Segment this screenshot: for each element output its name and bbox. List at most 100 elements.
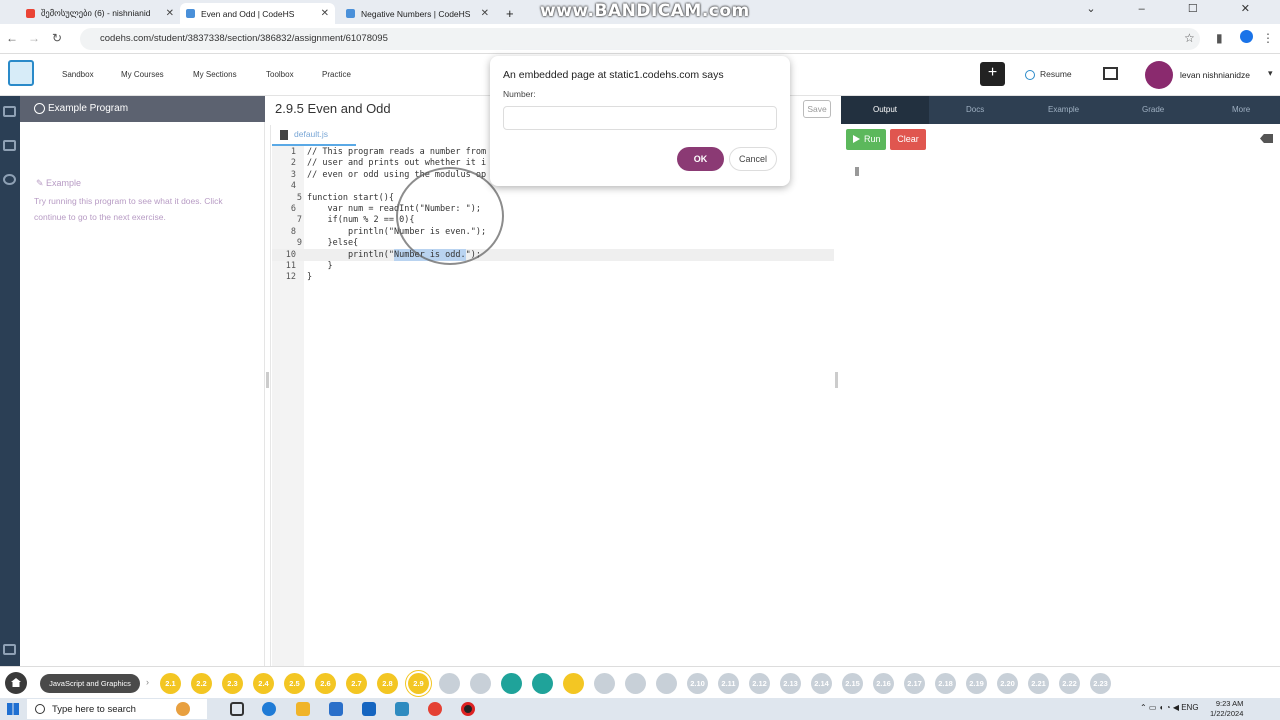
new-tab-button[interactable]: + [500,3,520,24]
mail-icon[interactable] [362,702,376,716]
lesson-bubble[interactable] [656,673,677,694]
lesson-bubble[interactable]: 2.4 [253,673,274,694]
nav-my-courses[interactable]: My Courses [121,70,164,79]
lesson-bubble[interactable]: 2.9 [408,673,429,694]
save-button[interactable]: Save [803,100,831,118]
bookmark-star-icon[interactable]: ☆ [1184,31,1195,45]
lesson-bubble[interactable]: 2.19 [966,673,987,694]
close-icon[interactable]: ✕ [166,8,174,19]
file-tab[interactable]: default.js [272,127,356,146]
lesson-bubble[interactable]: 2.14 [811,673,832,694]
nav-practice[interactable]: Practice [322,70,351,79]
code-line[interactable]: }else{ [307,238,358,248]
ok-button[interactable]: OK [677,147,724,171]
tab-grade[interactable]: Grade [1142,105,1164,114]
clear-button[interactable]: Clear [890,129,926,150]
lesson-bubble[interactable]: 2.7 [346,673,367,694]
lesson-bubble[interactable]: 2.17 [904,673,925,694]
back-icon[interactable]: ← [6,31,18,45]
url-field[interactable]: codehs.com/student/3837338/section/38683… [80,28,1200,50]
gear-icon[interactable] [3,174,16,185]
lesson-bubble[interactable]: 2.12 [749,673,770,694]
tab-negative-numbers[interactable]: Negative Numbers | CodeHS ✕ [340,3,495,24]
code-line[interactable]: function start(){ [307,193,394,203]
tab-gmail[interactable]: შემოსულები (6) - nishnianid ✕ [20,3,180,24]
language-indicator[interactable]: ENG [1181,703,1198,712]
lesson-bubble[interactable]: 2.21 [1028,673,1049,694]
chrome-icon[interactable] [428,702,442,716]
forward-icon[interactable]: → [28,31,40,45]
lesson-bubble[interactable]: 2.23 [1090,673,1111,694]
lesson-bubble[interactable] [501,673,522,694]
cancel-button[interactable]: Cancel [729,147,777,171]
lesson-bubble[interactable] [470,673,491,694]
clock[interactable]: 9:23 AM 1/22/2024 [1210,699,1243,719]
tab-output[interactable]: Output [841,96,929,124]
close-icon[interactable]: ✕ [321,8,329,19]
lesson-bubble[interactable] [563,673,584,694]
chevron-down-icon[interactable]: ▾ [1268,68,1273,79]
lesson-bubble[interactable]: 2.20 [997,673,1018,694]
nav-my-sections[interactable]: My Sections [193,70,237,79]
lesson-bubble[interactable]: 2.1 [160,673,181,694]
panel-resize-handle[interactable] [835,372,838,388]
home-icon[interactable] [5,672,27,694]
panel-resize-handle[interactable] [266,372,269,388]
code-line[interactable]: } [307,261,332,271]
code-line[interactable]: } [307,272,312,282]
nav-sandbox[interactable]: Sandbox [62,70,94,79]
codehs-logo[interactable] [8,60,34,86]
lesson-bubble[interactable]: 2.13 [780,673,801,694]
run-button[interactable]: Run [846,129,886,150]
example-panel: Example Program ✎ Example Try running th… [20,96,265,666]
number-input[interactable] [503,106,777,130]
lesson-bubble[interactable]: 2.18 [935,673,956,694]
file-explorer-icon[interactable] [296,702,310,716]
window-controls[interactable]: ⌄ – ☐ ✕ [1086,2,1270,15]
lesson-bubble[interactable]: 2.15 [842,673,863,694]
course-name[interactable]: JavaScript and Graphics [40,674,140,693]
lesson-bubble[interactable]: 2.16 [873,673,894,694]
avatar[interactable] [1145,61,1173,89]
record-icon[interactable] [461,702,475,716]
tab-example[interactable]: Example [1048,105,1079,114]
sidepanel-icon[interactable]: ▮ [1216,31,1223,45]
calendar-icon[interactable] [3,140,16,151]
close-icon[interactable]: ✕ [481,8,489,19]
lesson-bubble[interactable]: 2.2 [191,673,212,694]
lesson-bubble[interactable] [439,673,460,694]
reload-icon[interactable]: ↻ [52,31,62,45]
window-layout-icon[interactable] [1103,67,1118,80]
tray-icons[interactable]: ⌃ ▭ ◖ ◔ ◀ [1140,703,1181,712]
menu-icon[interactable]: ⋮ [1262,31,1274,45]
app-icon[interactable] [395,702,409,716]
lesson-bubble[interactable]: 2.11 [718,673,739,694]
windows-start-icon[interactable] [7,703,19,715]
profile-icon[interactable] [1240,30,1253,43]
edge-icon[interactable] [262,702,276,716]
lesson-bubble[interactable] [625,673,646,694]
system-tray[interactable]: ⌃ ▭ ◖ ◔ ◀ ENG [1140,703,1199,712]
lesson-bubble[interactable]: 2.8 [377,673,398,694]
map-icon[interactable] [3,106,16,117]
example-label: ✎ Example [36,178,81,189]
resume-button[interactable]: Resume [1025,69,1072,80]
tab-more[interactable]: More [1232,105,1250,114]
search-highlight-icon[interactable] [176,702,190,716]
lesson-bubble[interactable]: 2.5 [284,673,305,694]
lesson-bubble[interactable]: 2.22 [1059,673,1080,694]
lesson-bubble[interactable]: 2.3 [222,673,243,694]
lesson-bubble[interactable]: 2.6 [315,673,336,694]
tab-docs[interactable]: Docs [966,105,984,114]
lesson-bubble[interactable] [532,673,553,694]
task-view-icon[interactable] [230,702,244,716]
tab-even-and-odd[interactable]: Even and Odd | CodeHS ✕ [180,3,335,24]
lesson-bubble[interactable] [594,673,615,694]
create-button[interactable]: + [980,62,1005,86]
store-icon[interactable] [329,702,343,716]
window-icon[interactable] [3,644,16,655]
nav-toolbox[interactable]: Toolbox [266,70,294,79]
code-line[interactable]: // This program reads a number from [307,147,486,157]
user-name[interactable]: levan nishnianidze [1180,70,1250,80]
lesson-bubble[interactable]: 2.10 [687,673,708,694]
